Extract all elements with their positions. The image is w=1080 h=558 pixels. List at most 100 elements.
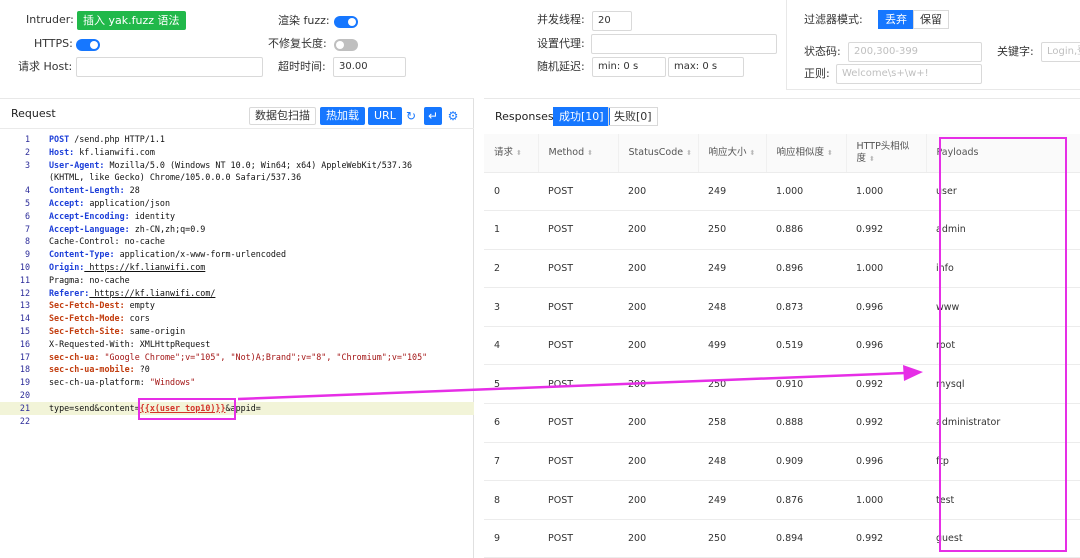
timeout-label: 超时时间: — [278, 60, 326, 73]
sort-icon[interactable]: ⬍ — [516, 149, 522, 157]
code-line: 15 Sec-Fetch-Site: same-origin — [0, 325, 474, 338]
proxy-input[interactable] — [591, 34, 777, 54]
request-toolbar: Request 数据包扫描 热加载 URL ↻ ↵ ⚙ — [0, 99, 474, 129]
line-number: 12 — [19, 287, 30, 298]
column-header[interactable]: 请求 ⬍ — [484, 134, 539, 173]
code-line: 9 Content-Type: application/x-www-form-ur… — [0, 248, 474, 261]
header-value: /send.php HTTP/1.1 — [69, 134, 165, 144]
header-key: Sec-Fetch-Site: — [49, 325, 125, 336]
threads-input[interactable]: 20 — [592, 11, 632, 31]
table-cell: 200 — [618, 210, 698, 250]
header-value: same-origin — [124, 325, 186, 336]
code-text: Sec-Fetch-Mode: cors — [49, 312, 150, 325]
tab-fail[interactable]: 失败[0] — [608, 107, 658, 126]
url-button[interactable]: URL — [368, 107, 402, 125]
table-cell: 0.992 — [846, 364, 926, 405]
regex-input[interactable]: Welcome\s+\w+! — [836, 64, 982, 84]
request-editor[interactable]: 1 POST /send.php HTTP/1.1 2 Host: kf.lianwi… — [0, 133, 474, 427]
body-prefix: type=send&content= — [49, 402, 140, 413]
table-cell: 8 — [484, 480, 538, 520]
code-text: Sec-Fetch-Site: same-origin — [49, 325, 185, 338]
line-number: 4 — [24, 185, 30, 196]
header-value: https://kf.lianwifi.com — [84, 261, 206, 272]
column-header-label: HTTP头相似度 — [856, 140, 910, 164]
host-label: 请求 Host: — [18, 60, 73, 73]
packet-scan-button[interactable]: 数据包扫描 — [249, 107, 316, 125]
code-line: 2 Host: kf.lianwifi.com — [0, 146, 474, 159]
table-cell: 200 — [618, 480, 698, 520]
responses-title: Responses — [495, 110, 554, 123]
header-key: Cache-Control: — [49, 236, 120, 247]
code-text: Accept: application/json — [49, 197, 170, 210]
header-value: (KHTML, like Gecko) Chrome/105.0.0.0 Saf… — [49, 172, 302, 183]
header-value: no-cache — [84, 274, 130, 285]
line-number: 2 — [24, 146, 30, 157]
settings-icon[interactable]: ⚙ — [444, 107, 462, 125]
sort-icon[interactable]: ⬍ — [869, 155, 875, 163]
code-line: 16 X-Requested-With: XMLHttpRequest — [0, 338, 474, 351]
code-line-body: 21 type=send&content={{x(user_top10)}}&ap… — [0, 401, 474, 415]
code-text: Accept-Language: zh-CN,zh;q=0.9 — [49, 223, 205, 236]
code-line: 22 — [0, 415, 474, 428]
column-header-label: 响应大小 — [708, 146, 747, 158]
table-cell: 0.996 — [846, 287, 926, 327]
table-cell: 0.873 — [766, 287, 846, 327]
sort-icon[interactable]: ⬍ — [827, 149, 833, 157]
column-header[interactable]: 响应大小 ⬍ — [698, 134, 767, 173]
table-cell: 6 — [484, 403, 538, 443]
https-toggle[interactable] — [76, 39, 100, 51]
table-cell: 0.992 — [846, 210, 926, 250]
header-value: cors — [124, 313, 150, 324]
code-text: sec-ch-ua-platform: "Windows" — [49, 376, 195, 389]
code-line: 18 sec-ch-ua-mobile: ?0 — [0, 363, 474, 376]
return-icon[interactable]: ↵ — [424, 107, 442, 125]
delay-max-input[interactable]: max: 0 s — [668, 57, 744, 77]
code-line: 3 User-Agent: Mozilla/5.0 (Windows NT 10.… — [0, 159, 474, 172]
no-fix-length-toggle[interactable] — [334, 39, 358, 51]
timeout-input[interactable]: 30.00 — [333, 57, 406, 77]
column-header[interactable]: Method ⬍ — [538, 134, 619, 173]
code-text: Host: kf.lianwifi.com — [49, 146, 155, 159]
insert-fuzz-button[interactable]: 插入 yak.fuzz 语法 — [77, 11, 186, 30]
status-code-input[interactable]: 200,300-399 — [848, 42, 982, 62]
code-line: 13 Sec-Fetch-Dest: empty — [0, 299, 474, 312]
hot-reload-button[interactable]: 热加载 — [320, 107, 365, 125]
table-cell: 250 — [698, 210, 766, 250]
table-cell: 1.000 — [846, 249, 926, 289]
header-value: application/json — [84, 197, 171, 208]
threads-label: 并发线程: — [537, 13, 585, 26]
code-line: 6 Accept-Encoding: identity — [0, 210, 474, 223]
sort-icon[interactable]: ⬍ — [587, 149, 593, 157]
header-value: "Google Chrome";v="105", "Not)A;Brand";v… — [99, 351, 428, 362]
table-cell: 250 — [698, 519, 766, 558]
render-fuzz-toggle[interactable] — [334, 16, 358, 28]
table-cell: 0.992 — [846, 519, 926, 558]
filter-mode-keep[interactable]: 保留 — [913, 10, 949, 29]
render-fuzz-label: 渲染 fuzz: — [278, 14, 330, 27]
header-key: X-Requested-With: — [49, 338, 135, 349]
history-icon[interactable]: ↻ — [402, 107, 420, 125]
filter-mode-discard[interactable]: 丢弃 — [878, 10, 914, 29]
table-cell: 3 — [484, 287, 538, 327]
column-header[interactable]: 响应相似度 ⬍ — [766, 134, 847, 173]
table-cell: 200 — [618, 249, 698, 289]
header-value: 28 — [124, 185, 140, 196]
host-input[interactable] — [76, 57, 263, 77]
sort-icon[interactable]: ⬍ — [686, 149, 692, 157]
delay-min-input[interactable]: min: 0 s — [592, 57, 666, 77]
line-number: 11 — [19, 274, 30, 285]
tab-success[interactable]: 成功[10] — [553, 107, 610, 126]
keyword-input[interactable]: Login,登 — [1041, 42, 1080, 62]
column-header[interactable]: StatusCode ⬍ — [618, 134, 699, 173]
table-cell: POST — [538, 326, 618, 366]
code-text: Cache-Control: no-cache — [49, 235, 165, 248]
column-header[interactable]: HTTP头相似度 ⬍ — [846, 134, 927, 173]
table-cell: POST — [538, 210, 618, 250]
table-cell: 200 — [618, 172, 698, 212]
table-cell: 250 — [698, 364, 766, 405]
table-cell: 248 — [698, 287, 766, 327]
code-text: Accept-Encoding: identity — [49, 210, 175, 223]
code-text: POST /send.php HTTP/1.1 — [49, 133, 165, 146]
sort-icon[interactable]: ⬍ — [750, 149, 756, 157]
line-number: 22 — [19, 415, 30, 426]
